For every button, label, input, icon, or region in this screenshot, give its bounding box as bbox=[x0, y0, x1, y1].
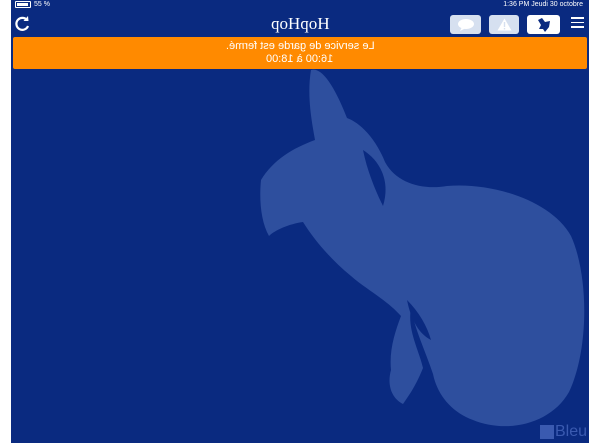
menu-line bbox=[571, 17, 584, 19]
app-screen: 55 % 1:36 PM Jeudi 30 octobre HopHop Le … bbox=[11, 0, 589, 443]
menu-line bbox=[571, 26, 584, 28]
brand-logo-text: Bleu bbox=[554, 423, 587, 440]
nav-bar: HopHop bbox=[11, 10, 589, 37]
tab-chat[interactable] bbox=[450, 15, 481, 34]
speech-bubble-icon bbox=[457, 18, 474, 31]
closed-service-banner: Le service de garde est fermé. 16:00 à 1… bbox=[13, 37, 587, 69]
menu-line bbox=[571, 21, 584, 23]
tab-alerts[interactable] bbox=[489, 15, 519, 34]
warning-triangle-icon bbox=[497, 18, 511, 31]
brand-mark-icon bbox=[539, 424, 554, 439]
battery-icon bbox=[15, 0, 31, 8]
refresh-icon[interactable] bbox=[13, 15, 31, 33]
map-icon bbox=[537, 17, 550, 32]
banner-line-1: Le service de garde est fermé. bbox=[225, 40, 375, 52]
status-left: 55 % bbox=[15, 0, 50, 10]
banner-line-2: 16:00 à 18:00 bbox=[266, 53, 334, 65]
status-bar: 55 % 1:36 PM Jeudi 30 octobre bbox=[11, 0, 589, 10]
tab-map[interactable] bbox=[527, 15, 560, 34]
status-datetime: 1:36 PM Jeudi 30 octobre bbox=[503, 1, 583, 8]
page-title-text: HopHop bbox=[270, 14, 330, 33]
hamburger-menu-icon[interactable] bbox=[571, 17, 584, 29]
brand-logo: Bleu bbox=[539, 421, 587, 443]
battery-text: 55 % bbox=[34, 1, 50, 8]
